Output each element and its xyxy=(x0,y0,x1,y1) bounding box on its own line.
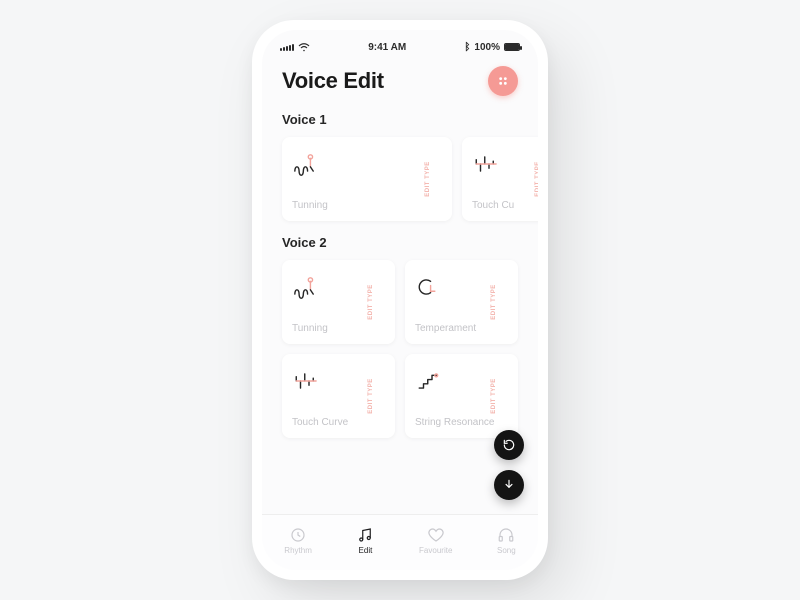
heart-icon xyxy=(427,526,445,544)
edit-icon xyxy=(356,526,374,544)
tab-label: Edit xyxy=(359,546,373,555)
card-tag: EDIT TYPE xyxy=(535,161,538,197)
card-label: Tunning xyxy=(292,200,442,211)
card-v2-temperament[interactable]: Temperament EDIT TYPE xyxy=(405,260,518,344)
headphones-icon xyxy=(497,526,515,544)
tab-label: Rhythm xyxy=(284,546,312,555)
string-resonance-icon xyxy=(415,368,449,394)
grid-dots-icon xyxy=(496,74,510,88)
card-label: String Resonance xyxy=(415,417,508,428)
phone-frame: 9:41 AM ᛒ 100% Voice Edit Voice 1 Tunnin… xyxy=(252,20,548,580)
temperament-icon xyxy=(415,274,449,300)
tab-label: Favourite xyxy=(419,546,452,555)
card-label: Touch Cu xyxy=(472,200,538,211)
tab-rhythm[interactable]: Rhythm xyxy=(284,526,312,555)
touch-curve-icon xyxy=(292,368,326,394)
tab-favourite[interactable]: Favourite xyxy=(419,526,452,555)
tab-edit[interactable]: Edit xyxy=(356,526,374,555)
rhythm-icon xyxy=(289,526,307,544)
bluetooth-icon: ᛒ xyxy=(464,42,470,53)
card-v2-touch-curve[interactable]: Touch Curve EDIT TYPE xyxy=(282,354,395,438)
reset-icon xyxy=(502,438,516,452)
card-v1-touch[interactable]: Touch Cu EDIT TYPE xyxy=(462,137,538,221)
tab-label: Song xyxy=(497,546,516,555)
section-title-voice2: Voice 2 xyxy=(282,235,538,250)
grid-menu-button[interactable] xyxy=(488,66,518,96)
card-label: Temperament xyxy=(415,323,508,334)
card-v2-string-resonance[interactable]: String Resonance EDIT TYPE xyxy=(405,354,518,438)
reset-button[interactable] xyxy=(494,430,524,460)
tuning-icon xyxy=(292,274,326,300)
card-tag: EDIT TYPE xyxy=(368,284,374,320)
download-icon xyxy=(502,478,516,492)
status-bar: 9:41 AM ᛒ 100% xyxy=(262,30,538,56)
page-title: Voice Edit xyxy=(282,68,384,94)
card-tag: EDIT TYPE xyxy=(491,284,497,320)
tab-song[interactable]: Song xyxy=(497,526,516,555)
battery-percent: 100% xyxy=(474,42,500,53)
screen: 9:41 AM ᛒ 100% Voice Edit Voice 1 Tunnin… xyxy=(262,30,538,570)
status-time: 9:41 AM xyxy=(368,42,406,53)
wifi-icon xyxy=(298,43,310,52)
download-button[interactable] xyxy=(494,470,524,500)
page-header: Voice Edit xyxy=(262,56,538,100)
card-tag: EDIT TYPE xyxy=(491,378,497,414)
tuning-icon xyxy=(292,151,326,177)
card-v2-tunning[interactable]: Tunning EDIT TYPE xyxy=(282,260,395,344)
battery-icon xyxy=(504,43,520,51)
card-v1-tunning[interactable]: Tunning EDIT TYPE xyxy=(282,137,452,221)
touch-curve-icon xyxy=(472,151,506,177)
tab-bar: Rhythm Edit Favourite Song xyxy=(262,514,538,570)
card-label: Tunning xyxy=(292,323,385,334)
signal-icon xyxy=(280,44,294,51)
fab-stack xyxy=(494,430,524,500)
section-title-voice1: Voice 1 xyxy=(282,112,538,127)
card-label: Touch Curve xyxy=(292,417,385,428)
card-tag: EDIT TYPE xyxy=(368,378,374,414)
card-tag: EDIT TYPE xyxy=(425,161,431,197)
